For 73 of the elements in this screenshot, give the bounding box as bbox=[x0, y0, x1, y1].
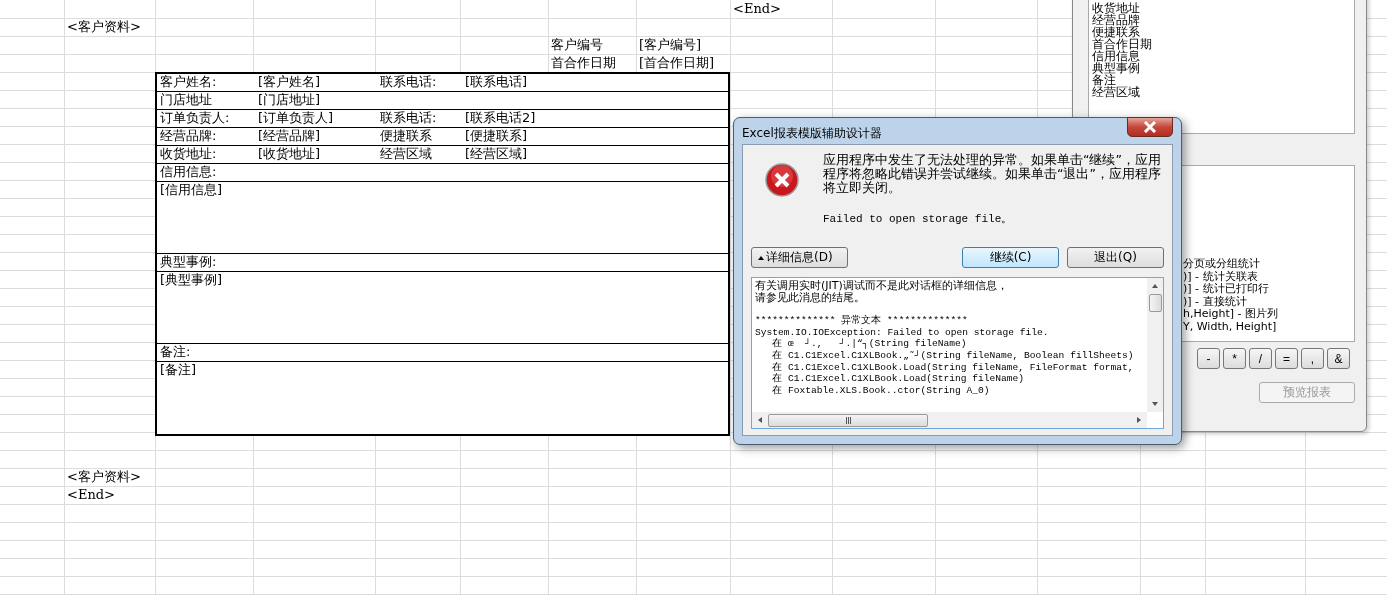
horizontal-scrollbar[interactable] bbox=[752, 412, 1147, 428]
field-label: 收货地址: bbox=[159, 146, 217, 163]
placeholder-field: [经营区域] bbox=[462, 146, 528, 163]
field-list-item[interactable]: 便捷联系 bbox=[1092, 26, 1140, 38]
detail-line: System.IO.IOException: Failed to open storage file. bbox=[755, 326, 1049, 338]
placeholder-field: [门店地址] bbox=[255, 92, 321, 109]
field-label: 门店地址 bbox=[159, 92, 212, 109]
section-label: 备注: bbox=[159, 344, 191, 361]
section-label: 信用信息: bbox=[159, 164, 217, 181]
field-label: 客户姓名: bbox=[159, 74, 217, 91]
marker-text: <End> bbox=[66, 486, 116, 504]
field-list-item[interactable]: 信用信息 bbox=[1092, 50, 1140, 62]
placeholder-field: [信用信息] bbox=[157, 182, 223, 198]
syntax-line: )] - 统计已打印行 bbox=[1183, 283, 1269, 296]
detail-line: 在 œ ┘., ┘.|“┐(String fileName) bbox=[771, 338, 967, 350]
dialog-button[interactable]: 继续(C) bbox=[962, 247, 1059, 268]
field-list-item[interactable]: 备注 bbox=[1092, 74, 1116, 86]
field-label: 经营品牌: bbox=[159, 128, 217, 145]
section-tag: <客户资料> bbox=[64, 468, 155, 486]
operator-button[interactable]: = bbox=[1275, 348, 1298, 369]
placeholder-field: [订单负责人] bbox=[255, 110, 334, 127]
syntax-line: Y, Width, Height] bbox=[1183, 320, 1277, 333]
detail-line: ************** 异常文本 ************** bbox=[755, 315, 968, 327]
syntax-line: h,Height] - 图片列 bbox=[1183, 308, 1279, 321]
details-button[interactable]: 详细信息(D) bbox=[751, 247, 848, 268]
field-label: 经营区域 bbox=[379, 146, 432, 163]
section-label: 典型事例: bbox=[159, 254, 217, 271]
detail-line: 在 C1.C1Excel.C1XLBook.„˜┘(String fileName, Boolean fillSheets) bbox=[771, 349, 1134, 362]
placeholder-field: [联系电话2] bbox=[462, 110, 536, 127]
operator-button[interactable]: / bbox=[1249, 348, 1272, 369]
syntax-line: )] - 直接统计 bbox=[1183, 295, 1247, 308]
field-label: 联系电话: bbox=[379, 74, 437, 91]
close-icon bbox=[1143, 121, 1157, 133]
window-title: Excel报表模版辅助设计器 bbox=[742, 125, 882, 142]
syntax-line: 分页或分组统计 bbox=[1183, 258, 1260, 271]
operator-button[interactable]: , bbox=[1301, 348, 1324, 369]
field-label: 首合作日期 bbox=[550, 54, 617, 72]
error-text: Failed to open storage file。 bbox=[823, 212, 1014, 226]
section-tag: <客户资料> bbox=[64, 18, 155, 36]
field-label: 客户编号 bbox=[550, 36, 604, 54]
placeholder-field: [经营品牌] bbox=[255, 128, 321, 145]
details-text-area[interactable] bbox=[751, 277, 1164, 429]
placeholder-field: [联系电话] bbox=[462, 74, 528, 91]
marker-text: <End> bbox=[732, 0, 782, 18]
placeholder-field: [收货地址] bbox=[255, 146, 321, 163]
detail-line: 在 C1.C1Excel.C1XLBook.Load(String fileName) bbox=[771, 373, 1025, 385]
syntax-line: )] - 统计关联表 bbox=[1183, 270, 1258, 283]
vertical-scrollbar[interactable] bbox=[1147, 278, 1163, 412]
error-icon bbox=[765, 163, 799, 197]
field-list-item[interactable]: 首合作日期 bbox=[1092, 38, 1152, 50]
placeholder-field: [客户编号] bbox=[636, 36, 730, 54]
field-list-item[interactable]: 典型事例 bbox=[1092, 62, 1140, 74]
close-button[interactable] bbox=[1127, 117, 1173, 137]
detail-line: 在 Foxtable.XLS.Book..ctor(String A_0) bbox=[771, 384, 990, 397]
placeholder-field: [便捷联系] bbox=[462, 128, 528, 145]
operator-button[interactable]: * bbox=[1223, 348, 1246, 369]
grip-icon bbox=[844, 416, 852, 424]
field-label: 订单负责人: bbox=[159, 110, 230, 127]
operator-button[interactable]: & bbox=[1327, 348, 1350, 369]
field-label: 便捷联系 bbox=[379, 128, 432, 145]
field-label: 联系电话: bbox=[379, 110, 437, 127]
placeholder-field: [典型事例] bbox=[157, 272, 223, 288]
placeholder-field: [客户姓名] bbox=[255, 74, 321, 91]
detail-line: 在 C1.C1Excel.C1XLBook.Load(String fileName, FileFormat format, bbox=[771, 361, 1134, 373]
dialog-button[interactable]: 退出(Q) bbox=[1067, 247, 1164, 268]
detail-line: 有关调用实时(JIT)调试而不是此对话框的详细信息， bbox=[755, 280, 1008, 292]
field-list-item[interactable]: 经营区域 bbox=[1092, 86, 1140, 98]
operator-button[interactable]: - bbox=[1197, 348, 1220, 369]
detail-line: 请参见此消息的结尾。 bbox=[755, 291, 865, 304]
field-list-item[interactable]: 收货地址 bbox=[1092, 2, 1140, 14]
placeholder-field: [首合作日期] bbox=[636, 54, 730, 72]
field-list-item[interactable]: 经营品牌 bbox=[1092, 14, 1140, 26]
placeholder-field: [备注] bbox=[157, 362, 197, 378]
